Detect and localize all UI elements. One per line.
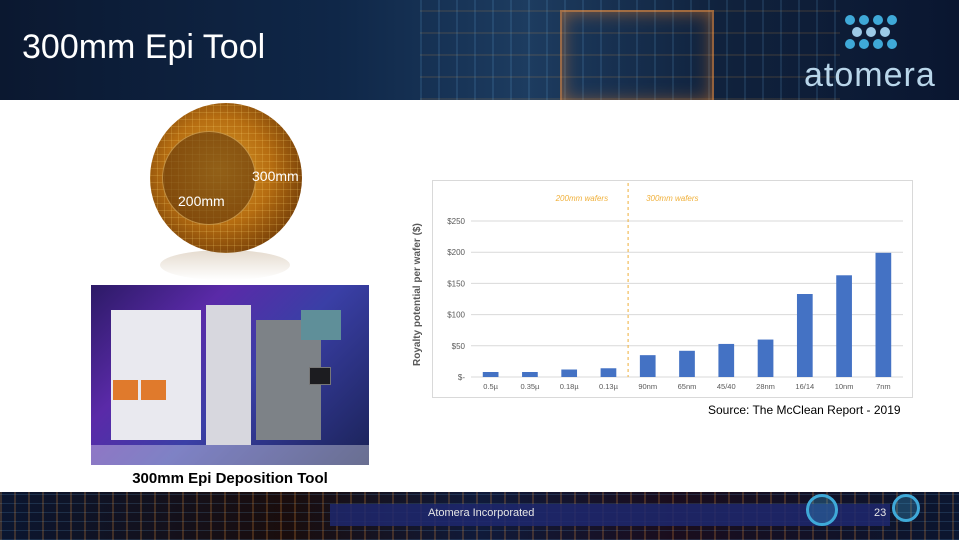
chart-bar [522, 372, 538, 377]
atomera-logo: atomera [800, 12, 950, 94]
chart-x-tick-label: 0.5µ [483, 382, 498, 391]
chart-y-axis-label: Royalty potential per wafer ($) [412, 223, 423, 366]
chart-y-tick-label: $150 [447, 279, 465, 288]
chart-x-tick-label: 7nm [876, 382, 891, 391]
tool-module-left [111, 310, 201, 440]
tool-loadport-2 [141, 380, 166, 400]
chart-x-tick-label: 0.13µ [599, 382, 619, 391]
tool-caption: 300mm Epi Deposition Tool [132, 470, 328, 487]
slide-title: 300mm Epi Tool [22, 28, 266, 66]
royalty-chart-svg: $- $50 $100 $150 $200 $250 0.5µ 0.35µ 0.18µ 0.13µ… [447, 183, 903, 391]
wafer-reflection [160, 250, 290, 280]
chart-x-tick-label: 28nm [756, 382, 775, 391]
chart-bar [561, 369, 578, 377]
slide-header: 300mm Epi Tool atomera [0, 0, 959, 100]
chart-source-note: Source: The McClean Report - 2019 [708, 403, 901, 417]
header-chip-graphic [560, 10, 714, 100]
chart-y-tick-label: $200 [447, 248, 465, 257]
chart-y-tick-label: $100 [447, 311, 465, 320]
tool-module-center [206, 305, 251, 445]
chart-bar [875, 252, 892, 377]
chart-bar [757, 339, 774, 377]
chart-y-tick-label: $50 [452, 342, 466, 351]
epi-tool-photo [91, 285, 369, 465]
chart-bar [600, 368, 617, 377]
chart-bar [796, 294, 813, 377]
chart-bar [679, 350, 695, 377]
tool-loadport-1 [113, 380, 138, 400]
chart-bar [482, 372, 499, 377]
footer-fan-icon-2 [892, 494, 920, 522]
chart-y-tick-label: $250 [447, 217, 465, 226]
footer-fan-icon [806, 494, 838, 526]
chart-bar [718, 343, 735, 377]
chart-x-tick-label: 45/40 [717, 382, 736, 391]
logo-text: atomera [804, 56, 936, 94]
wafer-label-200mm: 200mm [178, 193, 225, 209]
royalty-chart: $- $50 $100 $150 $200 $250 0.5µ 0.35µ 0.18µ 0.13µ… [432, 180, 913, 398]
chart-x-tick-label: 90nm [638, 382, 657, 391]
chart-x-tick-label: 65nm [678, 382, 697, 391]
chart-x-tick-label: 10nm [835, 382, 854, 391]
tool-floor-reflection [91, 445, 369, 465]
footer-company: Atomera Incorporated [428, 507, 535, 519]
tool-monitor [309, 367, 331, 385]
slide-footer: Atomera Incorporated 23 [0, 492, 959, 540]
chart-annotation-300mm: 300mm wafers [646, 194, 698, 203]
chart-x-tick-label: 0.18µ [560, 382, 580, 391]
atomera-logo-mark-icon [845, 15, 897, 49]
chart-x-tick-label: 16/14 [795, 382, 814, 391]
tool-chamber-top [301, 310, 341, 340]
chart-bar [639, 355, 656, 377]
chart-x-tick-label: 0.35µ [520, 382, 540, 391]
page-number: 23 [874, 507, 887, 519]
wafer-image: 200mm 300mm [150, 103, 302, 253]
chart-annotation-200mm: 200mm wafers [555, 194, 608, 203]
chart-bar [836, 275, 852, 377]
wafer-label-300mm: 300mm [252, 168, 299, 184]
chart-y-tick-label: $- [458, 373, 465, 382]
wafer-200mm-outline [162, 131, 256, 225]
